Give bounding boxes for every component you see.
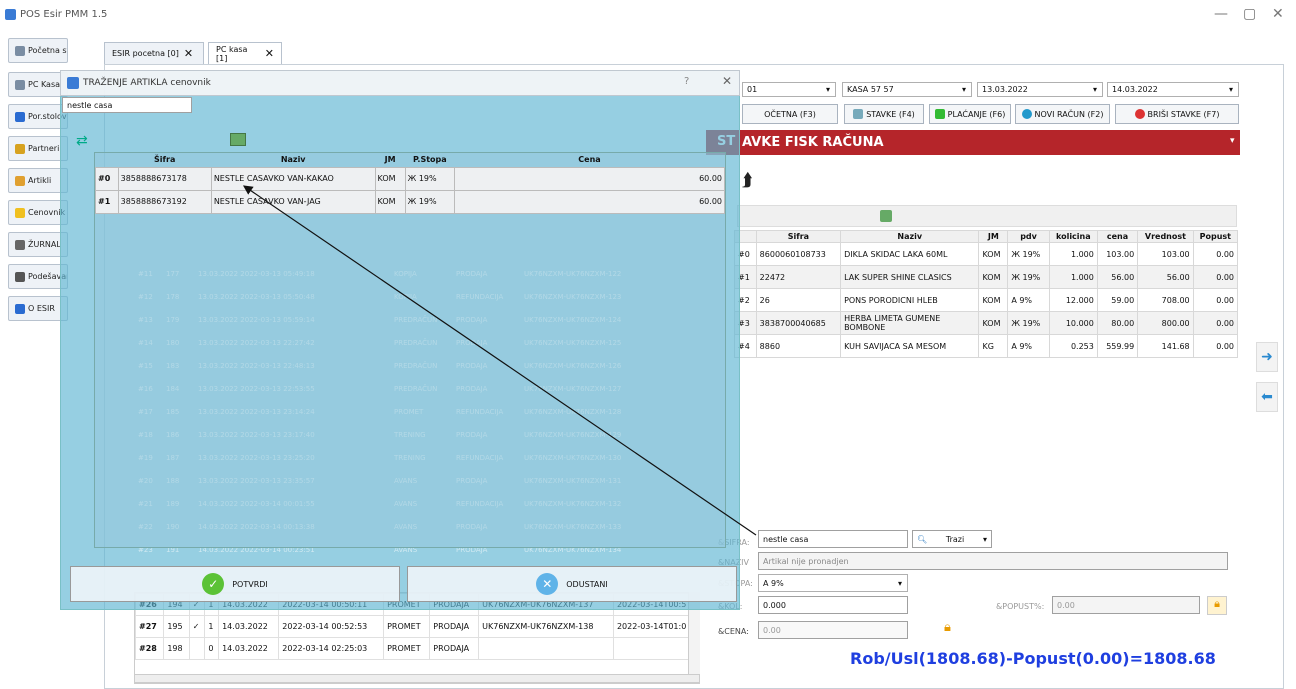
checkmark-icon: ✓ [202,573,225,595]
cancel-icon: ✕ [536,573,559,595]
potvrdi-label: POTVRDI [232,579,268,589]
potvrdi-button[interactable]: ✓ POTVRDI [70,566,400,602]
odustani-label: ODUSTANI [566,579,608,589]
odustani-button[interactable]: ✕ ODUSTANI [407,566,737,602]
